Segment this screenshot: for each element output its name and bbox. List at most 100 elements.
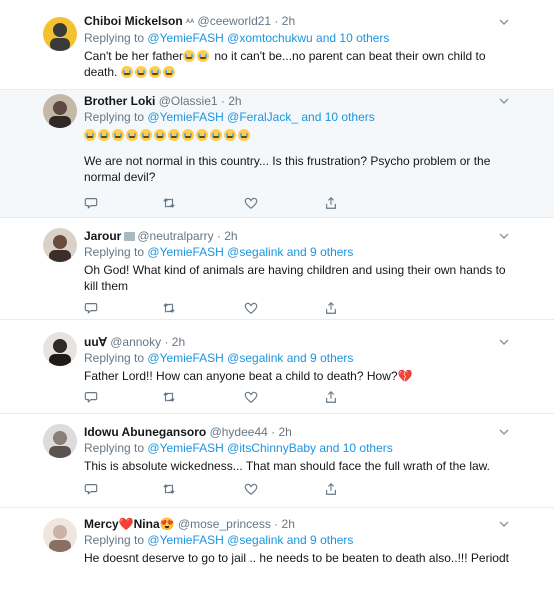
replying-links[interactable]: @YemieFASH @xomtochukwu and 10 others	[147, 31, 389, 45]
display-name[interactable]: uu∀	[84, 335, 107, 349]
crying-face-icon	[84, 129, 96, 141]
crying-face-icon	[154, 129, 166, 141]
display-name[interactable]: Chiboi Mickelson	[84, 14, 183, 28]
replying-to: Replying to @YemieFASH @segalink and 9 o…	[84, 350, 514, 366]
handle[interactable]: @ceeworld21	[198, 14, 272, 28]
red-heart-icon: ❤️	[118, 517, 134, 531]
crying-face-icon	[224, 129, 236, 141]
replying-to: Replying to @YemieFASH @itsChinnyBaby an…	[84, 440, 514, 456]
tweet-text-paragraph: We are not normal in this country... Is …	[84, 154, 491, 184]
separator: ·	[217, 94, 229, 108]
tweet-chiboi[interactable]: Chiboi Mickelson ᴬᴬ @ceeworld21 · 2h Rep…	[0, 0, 554, 90]
avatar[interactable]	[43, 228, 77, 262]
display-name[interactable]: Mercy❤️Nina😍	[84, 517, 175, 531]
chevron-down-icon[interactable]	[498, 518, 510, 530]
reply-icon[interactable]	[84, 482, 100, 498]
replying-links[interactable]: @YemieFASH @segalink and 9 others	[147, 533, 353, 547]
display-name[interactable]: Idowu Abunegansoro	[84, 425, 206, 439]
tweet-actions	[84, 390, 364, 406]
crying-face-icon	[112, 129, 124, 141]
chevron-down-icon[interactable]	[498, 16, 510, 28]
replying-label: Replying to	[84, 110, 145, 124]
handle[interactable]: @Olassie1	[159, 94, 218, 108]
tweet-brother-loki[interactable]: Brother Loki @Olassie1 · 2h Replying to …	[0, 90, 554, 218]
retweet-icon[interactable]	[162, 482, 178, 498]
share-icon[interactable]	[324, 482, 340, 498]
tweet-text: This is absolute wickedness... That man …	[84, 459, 490, 473]
tweet-header: Idowu Abunegansoro @hydee44 · 2h	[84, 424, 514, 440]
reply-icon[interactable]	[84, 196, 100, 212]
avatar[interactable]	[43, 94, 77, 128]
tweet-idowu[interactable]: Idowu Abunegansoro @hydee44 · 2h Replyin…	[0, 414, 554, 508]
name-suffix: ᴬᴬ	[186, 17, 195, 27]
reply-icon[interactable]	[84, 301, 100, 317]
retweet-icon[interactable]	[162, 301, 178, 317]
tweet-text: Father Lord!! How can anyone beat a chil…	[84, 368, 514, 384]
heart-icon[interactable]	[244, 301, 260, 317]
tweet-text: Oh God! What kind of animals are having …	[84, 263, 506, 293]
handle[interactable]: @neutralparry	[137, 229, 213, 243]
crying-face-icon	[168, 129, 180, 141]
display-name[interactable]: Brother Loki	[84, 94, 155, 108]
replying-links[interactable]: @YemieFASH @segalink and 9 others	[147, 245, 353, 259]
tweet-text: We are not normal in this country... Is …	[84, 127, 514, 185]
replying-label: Replying to	[84, 441, 145, 455]
avatar[interactable]	[43, 518, 77, 552]
chevron-down-icon[interactable]	[498, 426, 510, 438]
heart-eyes-icon: 😍	[159, 517, 175, 531]
timestamp[interactable]: 2h	[278, 425, 291, 439]
tweet-jarour[interactable]: Jarour @neutralparry · 2h Replying to @Ye…	[0, 218, 554, 320]
retweet-icon[interactable]	[162, 196, 178, 212]
handle[interactable]: @annoky	[110, 335, 161, 349]
display-name-part: Nina	[133, 517, 160, 531]
timestamp[interactable]: 2h	[282, 517, 295, 531]
retweet-icon[interactable]	[162, 390, 178, 406]
crying-face-icon	[134, 66, 147, 78]
broken-heart-icon: 💔	[397, 369, 413, 383]
separator: ·	[267, 425, 279, 439]
chevron-down-icon[interactable]	[498, 336, 510, 348]
tweet-actions	[84, 196, 364, 212]
crying-face-icon	[148, 66, 161, 78]
tweet-text: He doesnt deserve to go to jail .. he ne…	[84, 551, 509, 565]
tweet-text-part: Father Lord!! How can anyone beat a chil…	[84, 369, 398, 383]
crying-face-icon	[126, 129, 138, 141]
chevron-down-icon[interactable]	[498, 95, 510, 107]
replying-links[interactable]: @YemieFASH @itsChinnyBaby and 10 others	[147, 441, 392, 455]
replying-links[interactable]: @YemieFASH @segalink and 9 others	[147, 351, 353, 365]
avatar[interactable]	[43, 332, 77, 366]
share-icon[interactable]	[324, 196, 340, 212]
tweet-annoky[interactable]: uu∀ @annoky · 2h Replying to @YemieFASH …	[0, 320, 554, 414]
share-icon[interactable]	[324, 390, 340, 406]
replying-to: Replying to @YemieFASH @segalink and 9 o…	[84, 532, 514, 548]
tweet-header: Brother Loki @Olassie1 · 2h	[84, 93, 514, 109]
chevron-down-icon[interactable]	[498, 230, 510, 242]
crying-face-icon	[197, 50, 210, 62]
avatar[interactable]	[43, 424, 77, 458]
timestamp[interactable]: 2h	[172, 335, 185, 349]
tweet-mercy-nina[interactable]: Mercy❤️Nina😍 @mose_princess · 2h Replyin…	[0, 508, 554, 596]
timestamp[interactable]: 2h	[228, 94, 241, 108]
replying-label: Replying to	[84, 31, 145, 45]
timestamp[interactable]: 2h	[224, 229, 237, 243]
tweet-header: uu∀ @annoky · 2h	[84, 334, 514, 350]
crying-face-icon	[183, 50, 196, 62]
share-icon[interactable]	[324, 301, 340, 317]
heart-icon[interactable]	[244, 482, 260, 498]
replying-label: Replying to	[84, 351, 145, 365]
separator: ·	[271, 14, 282, 28]
crying-face-icon	[196, 129, 208, 141]
replying-to: Replying to @YemieFASH @segalink and 9 o…	[84, 244, 514, 260]
avatar[interactable]	[43, 17, 77, 51]
flag-icon	[124, 232, 136, 241]
replying-to: Replying to @YemieFASH @FeralJack_ and 1…	[84, 109, 514, 125]
timestamp[interactable]: 2h	[282, 14, 295, 28]
display-name[interactable]: Jarour	[84, 229, 121, 243]
replying-links[interactable]: @YemieFASH @FeralJack_ and 10 others	[147, 110, 374, 124]
handle[interactable]: @mose_princess	[178, 517, 271, 531]
heart-icon[interactable]	[244, 196, 260, 212]
heart-icon[interactable]	[244, 390, 260, 406]
replying-to: Replying to @YemieFASH @xomtochukwu and …	[84, 30, 514, 46]
handle[interactable]: @hydee44	[210, 425, 268, 439]
reply-icon[interactable]	[84, 390, 100, 406]
